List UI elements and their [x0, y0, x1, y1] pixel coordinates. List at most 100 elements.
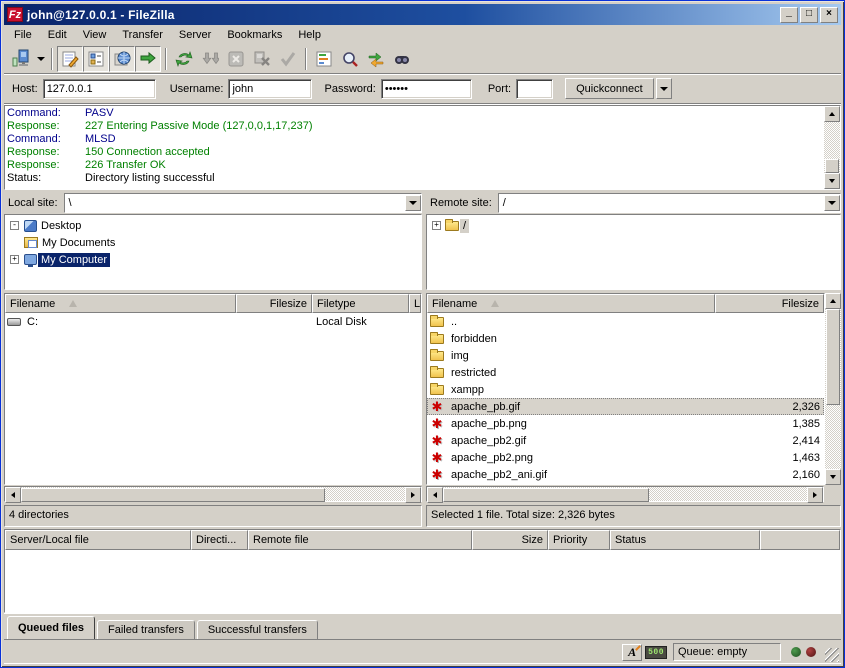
column-filesize[interactable]: Filesize: [715, 294, 824, 313]
toggle-remote-treeview-icon[interactable]: [109, 46, 135, 72]
column-size[interactable]: Size: [472, 530, 548, 550]
file-row[interactable]: C: Local Disk: [5, 313, 421, 330]
quickconnect-dropdown-icon[interactable]: [656, 78, 672, 99]
column-priority[interactable]: Priority: [548, 530, 610, 550]
remote-vscrollbar[interactable]: [825, 293, 841, 485]
refresh-icon[interactable]: [171, 46, 197, 72]
column-direction[interactable]: Directi...: [191, 530, 248, 550]
queue-body[interactable]: [5, 550, 840, 612]
process-queue-icon[interactable]: [197, 46, 223, 72]
column-filetype[interactable]: Filetype: [312, 294, 409, 313]
file-row[interactable]: restricted: [427, 364, 824, 381]
scroll-thumb[interactable]: [826, 309, 840, 405]
site-manager-dropdown-icon[interactable]: [34, 48, 47, 70]
file-row-selected[interactable]: ✱apache_pb.gif2,326: [427, 398, 824, 415]
scroll-thumb[interactable]: [443, 488, 649, 502]
resize-grip[interactable]: [825, 648, 839, 662]
collapse-icon[interactable]: -: [10, 221, 19, 230]
file-row[interactable]: ✱apache_pb2_ani.gif2,160: [427, 466, 824, 483]
tab-successful-transfers[interactable]: Successful transfers: [197, 620, 318, 640]
local-site-combo[interactable]: \: [64, 193, 422, 213]
transfer-type-ascii-icon[interactable]: A: [622, 644, 642, 661]
column-remote-file[interactable]: Remote file: [248, 530, 472, 550]
file-row[interactable]: ✱apache_pb2.gif2,414: [427, 432, 824, 449]
maximize-button[interactable]: □: [800, 7, 818, 23]
remote-hscrollbar[interactable]: [426, 486, 824, 502]
scroll-left-icon[interactable]: [5, 487, 21, 503]
toolbar-separator: [305, 48, 307, 70]
tree-item-my-computer[interactable]: + My Computer: [7, 251, 421, 268]
host-input[interactable]: [43, 79, 156, 99]
menu-server[interactable]: Server: [171, 27, 219, 43]
directory-filters-icon[interactable]: [311, 46, 337, 72]
directory-comparison-icon[interactable]: [337, 46, 363, 72]
file-panels: Local site: \ - Desktop My Documents: [4, 192, 841, 527]
file-row[interactable]: ✱apache_pb.png1,385: [427, 415, 824, 432]
menu-help[interactable]: Help: [290, 27, 329, 43]
expand-icon[interactable]: +: [10, 255, 19, 264]
quickconnect-button[interactable]: Quickconnect: [565, 78, 654, 99]
local-hscrollbar[interactable]: [4, 486, 422, 502]
password-input[interactable]: [381, 79, 472, 99]
combo-dropdown-icon[interactable]: [824, 195, 840, 211]
column-server-local-file[interactable]: Server/Local file: [5, 530, 191, 550]
port-label: Port:: [488, 83, 511, 95]
scroll-down-icon[interactable]: [825, 469, 841, 485]
toggle-message-log-icon[interactable]: [57, 46, 83, 72]
file-row[interactable]: ✱apache_pb2.png1,463: [427, 449, 824, 466]
log-scrollbar[interactable]: [824, 106, 840, 189]
menu-file[interactable]: File: [6, 27, 40, 43]
scroll-up-icon[interactable]: [824, 106, 840, 122]
column-filename[interactable]: Filename: [5, 294, 236, 313]
file-row[interactable]: img: [427, 347, 824, 364]
file-row[interactable]: forbidden: [427, 330, 824, 347]
log-line: Response:226 Transfer OK: [7, 159, 822, 172]
expand-icon[interactable]: +: [432, 221, 441, 230]
file-row[interactable]: xampp: [427, 381, 824, 398]
column-lastmodified[interactable]: L: [409, 294, 421, 313]
find-files-icon[interactable]: [389, 46, 415, 72]
tree-item-root[interactable]: + /: [429, 217, 840, 234]
remote-site-combo[interactable]: /: [498, 193, 841, 213]
tab-failed-transfers[interactable]: Failed transfers: [97, 620, 195, 640]
reconnect-icon[interactable]: [275, 46, 301, 72]
log-line: Command:PASV: [7, 107, 822, 120]
tree-item-my-documents[interactable]: My Documents: [7, 234, 421, 251]
username-input[interactable]: [228, 79, 312, 99]
tree-item-desktop[interactable]: - Desktop: [7, 217, 421, 234]
scroll-left-icon[interactable]: [427, 487, 443, 503]
menu-bookmarks[interactable]: Bookmarks: [219, 27, 290, 43]
file-row[interactable]: ..: [427, 313, 824, 330]
column-filename[interactable]: Filename: [427, 294, 715, 313]
queue-header: Server/Local file Directi... Remote file…: [5, 530, 840, 550]
port-input[interactable]: [516, 79, 553, 99]
column-status[interactable]: Status: [610, 530, 760, 550]
close-button[interactable]: ×: [820, 7, 838, 23]
toggle-transfer-queue-icon[interactable]: [135, 46, 161, 72]
combo-dropdown-icon[interactable]: [405, 195, 421, 211]
scroll-right-icon[interactable]: [807, 487, 823, 503]
scroll-up-icon[interactable]: [825, 293, 841, 309]
site-manager-icon[interactable]: [8, 46, 34, 72]
scroll-down-icon[interactable]: [824, 173, 840, 189]
remote-status-text: Selected 1 file. Total size: 2,326 bytes: [426, 505, 841, 527]
menu-view[interactable]: View: [75, 27, 115, 43]
toggle-local-treeview-icon[interactable]: [83, 46, 109, 72]
scroll-thumb[interactable]: [21, 488, 325, 502]
cancel-operation-icon[interactable]: [223, 46, 249, 72]
scroll-thumb[interactable]: [825, 159, 839, 173]
menu-edit[interactable]: Edit: [40, 27, 75, 43]
window-title: john@127.0.0.1 - FileZilla: [27, 8, 778, 22]
column-filesize[interactable]: Filesize: [236, 294, 312, 313]
image-file-icon: ✱: [432, 417, 443, 430]
toolbar-separator: [51, 48, 53, 70]
minimize-button[interactable]: _: [780, 7, 798, 23]
menu-transfer[interactable]: Transfer: [114, 27, 171, 43]
title-bar[interactable]: Fz john@127.0.0.1 - FileZilla _ □ ×: [4, 4, 841, 25]
disconnect-icon[interactable]: [249, 46, 275, 72]
tab-queued-files[interactable]: Queued files: [7, 616, 95, 640]
speed-limit-badge[interactable]: 500: [645, 646, 667, 659]
scroll-right-icon[interactable]: [405, 487, 421, 503]
scrollbar-corner: [824, 486, 841, 502]
synchronized-browsing-icon[interactable]: [363, 46, 389, 72]
